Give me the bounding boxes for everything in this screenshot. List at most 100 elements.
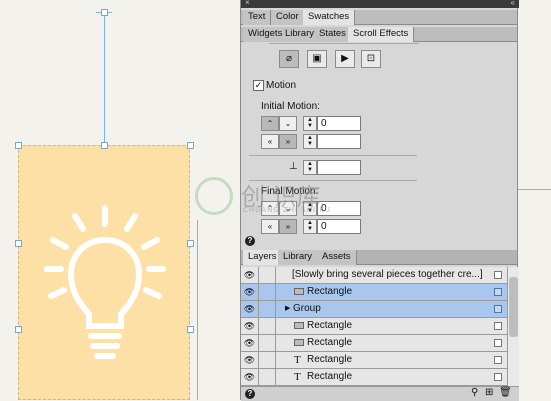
motion-label: Motion bbox=[266, 80, 297, 91]
layer-name: Rectangle bbox=[307, 337, 353, 348]
slideshow-tool-button[interactable]: ▶ bbox=[335, 50, 355, 68]
visibility-eye-icon[interactable]: 👁 bbox=[241, 335, 259, 351]
layer-row[interactable]: 👁 Rectangle bbox=[241, 335, 519, 352]
image-card[interactable] bbox=[18, 145, 190, 400]
initial-vertical-stepper[interactable]: ▲ ▼ bbox=[303, 116, 317, 131]
panel-title-bar: × « bbox=[241, 0, 519, 8]
sub-tab-row: Widgets Library States Scroll Effects bbox=[241, 27, 517, 42]
key-position-stepper[interactable]: ▲ ▼ bbox=[303, 160, 317, 175]
lock-toggle[interactable] bbox=[258, 369, 276, 385]
final-move-right-button[interactable]: » bbox=[279, 219, 297, 234]
visibility-eye-icon[interactable]: 👁 bbox=[241, 267, 259, 283]
guide-handle[interactable] bbox=[101, 9, 108, 16]
resize-handle-mr[interactable] bbox=[187, 240, 194, 247]
text-layer-icon: T bbox=[294, 354, 301, 366]
resize-handle-ml[interactable] bbox=[15, 240, 22, 247]
resize-handle-mr2[interactable] bbox=[187, 326, 194, 333]
layers-tab-row: Layers Library Assets bbox=[241, 250, 517, 265]
tab-scroll-effects[interactable]: Scroll Effects bbox=[348, 27, 415, 42]
lock-toggle[interactable] bbox=[258, 284, 276, 300]
key-position-field[interactable] bbox=[317, 160, 361, 175]
move-right-button[interactable]: » bbox=[279, 134, 297, 149]
trash-icon[interactable]: 🗑 bbox=[499, 387, 512, 398]
layer-name: Rectangle bbox=[307, 354, 353, 365]
divider bbox=[249, 155, 417, 156]
layers-help-button[interactable]: ? bbox=[245, 389, 255, 399]
visibility-eye-icon[interactable]: 👁 bbox=[241, 369, 259, 385]
move-left-button[interactable]: « bbox=[261, 134, 279, 149]
tab-widgets-library[interactable]: Widgets Library bbox=[243, 27, 320, 42]
help-button[interactable]: ? bbox=[245, 236, 255, 246]
layer-select-box[interactable] bbox=[494, 373, 502, 381]
resize-handle-tl[interactable] bbox=[15, 142, 22, 149]
tab-states[interactable]: States bbox=[314, 27, 352, 42]
rectangle-layer-icon bbox=[294, 322, 304, 329]
lightbulb-icon bbox=[44, 205, 166, 359]
layer-name: [Slowly bring several pieces together cr… bbox=[292, 269, 483, 280]
eraser-icon: ⌀ bbox=[285, 53, 293, 64]
layer-name: Rectangle bbox=[307, 320, 353, 331]
layer-select-box[interactable] bbox=[494, 288, 502, 296]
layer-select-box[interactable] bbox=[494, 305, 502, 313]
layer-select-box[interactable] bbox=[494, 322, 502, 330]
help-icon: ? bbox=[247, 389, 253, 398]
tab-layers[interactable]: Layers bbox=[243, 250, 283, 265]
disclosure-triangle-icon[interactable]: ▶ bbox=[285, 304, 290, 312]
initial-motion-label: Initial Motion: bbox=[261, 101, 320, 112]
layers-footer: ? ⚲ ⊞ 🗑 bbox=[241, 386, 519, 401]
tab-assets[interactable]: Assets bbox=[317, 250, 357, 265]
slideshow-icon: ▶ bbox=[341, 53, 349, 64]
layer-select-box[interactable] bbox=[494, 271, 502, 279]
collapse-icon[interactable]: × bbox=[245, 0, 250, 7]
tab-text[interactable]: Text bbox=[243, 10, 272, 25]
tab-library[interactable]: Library bbox=[278, 250, 319, 265]
lock-toggle[interactable] bbox=[258, 335, 276, 351]
visibility-eye-icon[interactable]: 👁 bbox=[241, 352, 259, 368]
final-horizontal-field[interactable]: 0 bbox=[317, 219, 361, 234]
scrollbar-thumb[interactable] bbox=[509, 277, 518, 337]
expand-icon[interactable]: « bbox=[511, 0, 515, 7]
resize-handle-tr[interactable] bbox=[187, 142, 194, 149]
visibility-eye-icon[interactable]: 👁 bbox=[241, 284, 259, 300]
rectangle-layer-icon bbox=[294, 339, 304, 346]
tab-swatches[interactable]: Swatches bbox=[303, 10, 356, 25]
layer-row[interactable]: 👁 T Rectangle bbox=[241, 369, 519, 386]
top-tab-row: Text Color Swatches bbox=[241, 10, 517, 25]
initial-horizontal-stepper[interactable]: ▲ ▼ bbox=[303, 134, 317, 149]
resize-tool-button[interactable]: ⊡ bbox=[361, 50, 381, 68]
move-up-button[interactable]: ⌃ bbox=[261, 116, 279, 131]
resize-handle-ml2[interactable] bbox=[15, 326, 22, 333]
lock-toggle[interactable] bbox=[258, 318, 276, 334]
motion-checkbox[interactable]: ✓ bbox=[253, 80, 264, 91]
lock-toggle[interactable] bbox=[258, 267, 276, 283]
layer-row[interactable]: 👁 Rectangle bbox=[241, 318, 519, 335]
resize-handle-tc[interactable] bbox=[101, 142, 108, 149]
initial-vertical-field[interactable]: 0 bbox=[317, 116, 361, 131]
eraser-tool-button[interactable]: ⌀ bbox=[279, 50, 299, 68]
final-move-left-button[interactable]: « bbox=[261, 219, 279, 234]
search-icon[interactable]: ⚲ bbox=[471, 387, 478, 398]
layers-scrollbar[interactable] bbox=[507, 267, 519, 386]
watermark-logo-icon bbox=[195, 177, 233, 215]
lock-toggle[interactable] bbox=[258, 352, 276, 368]
layer-select-box[interactable] bbox=[494, 339, 502, 347]
layer-name: Group bbox=[293, 303, 321, 314]
layer-row[interactable]: 👁 T Rectangle bbox=[241, 352, 519, 369]
layer-row[interactable]: 👁 ▶ Group bbox=[241, 301, 519, 318]
guide-vertical bbox=[104, 12, 105, 147]
layer-row[interactable]: 👁 Rectangle bbox=[241, 284, 519, 301]
opacity-tool-button[interactable]: ▣ bbox=[307, 50, 327, 68]
lock-toggle[interactable] bbox=[258, 301, 276, 317]
layer-name: Rectangle bbox=[307, 371, 353, 382]
visibility-eye-icon[interactable]: 👁 bbox=[241, 301, 259, 317]
new-layer-icon[interactable]: ⊞ bbox=[485, 387, 493, 398]
initial-horizontal-field[interactable] bbox=[317, 134, 361, 149]
rectangle-layer-icon bbox=[294, 288, 304, 295]
final-horizontal-stepper[interactable]: ▲ ▼ bbox=[303, 219, 317, 234]
layer-row[interactable]: 👁 [Slowly bring several pieces together … bbox=[241, 267, 519, 284]
visibility-eye-icon[interactable]: 👁 bbox=[241, 318, 259, 334]
help-icon: ? bbox=[247, 236, 253, 245]
move-down-button[interactable]: ⌄ bbox=[279, 116, 297, 131]
tab-color[interactable]: Color bbox=[271, 10, 305, 25]
layer-select-box[interactable] bbox=[494, 356, 502, 364]
